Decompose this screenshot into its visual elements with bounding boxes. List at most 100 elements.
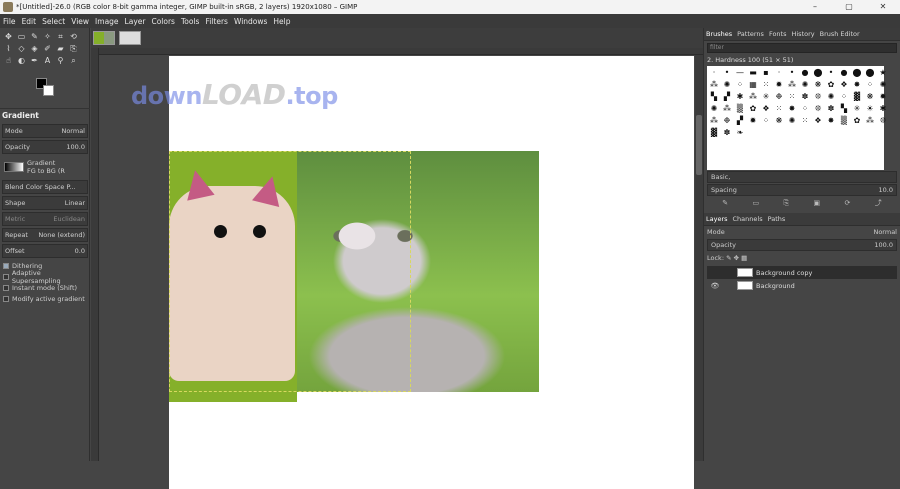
brush-item[interactable]: ▞ — [721, 91, 733, 102]
minimize-button[interactable]: – — [798, 0, 832, 14]
tab-paths[interactable]: Paths — [768, 215, 786, 223]
new-brush-icon[interactable]: ▭ — [752, 199, 759, 207]
unified-transform-icon[interactable]: ⟲ — [68, 32, 79, 42]
fuzzy-select-icon[interactable]: ✧ — [42, 32, 53, 42]
menu-windows[interactable]: Windows — [234, 17, 267, 26]
tab-brushes[interactable]: Brushes — [706, 30, 732, 38]
brush-item[interactable]: ✺ — [786, 115, 798, 126]
brush-item[interactable]: • — [721, 67, 733, 78]
brush-item[interactable]: ⬤ — [812, 67, 824, 78]
brush-item[interactable]: ▒ — [838, 115, 850, 126]
spacing-slider[interactable]: Spacing 10.0 — [707, 184, 897, 196]
brush-item[interactable]: ▒ — [734, 103, 746, 114]
crop-icon[interactable]: ⌗ — [55, 32, 66, 42]
brush-item[interactable]: ▪ — [760, 67, 772, 78]
scrollbar-thumb[interactable] — [696, 115, 702, 175]
brush-item[interactable]: ✽ — [799, 91, 811, 102]
layer-name[interactable]: Background copy — [756, 269, 812, 277]
horizontal-ruler[interactable] — [99, 48, 703, 55]
maximize-button[interactable]: ▢ — [832, 0, 866, 14]
brush-item[interactable]: ⁂ — [747, 91, 759, 102]
fg-bg-colors[interactable] — [36, 78, 56, 98]
brush-item[interactable]: · — [773, 67, 785, 78]
duplicate-brush-icon[interactable]: ⎘ — [783, 199, 789, 208]
eye-icon[interactable]: 👁 — [707, 282, 723, 290]
brush-item[interactable]: ❉ — [721, 115, 733, 126]
brush-item[interactable]: ● — [838, 67, 850, 78]
brush-item[interactable]: ⁘ — [799, 103, 811, 114]
brush-item[interactable]: ❋ — [812, 79, 824, 90]
menu-tools[interactable]: Tools — [181, 17, 199, 26]
brush-item[interactable]: ✹ — [773, 79, 785, 90]
cage-icon[interactable]: ◇ — [16, 44, 27, 54]
lock-pixels-icon[interactable]: ✎ — [726, 254, 731, 262]
brush-item[interactable]: ▦ — [747, 79, 759, 90]
image-tab-thumbnail[interactable] — [93, 31, 115, 45]
gradient-preview[interactable] — [4, 162, 24, 172]
brush-item[interactable]: — — [734, 67, 746, 78]
dodge-icon[interactable]: ◐ — [16, 56, 27, 66]
zoom-tool-icon[interactable]: ⌕ — [68, 56, 79, 66]
repeat-select[interactable]: Repeat None (extend) — [2, 228, 88, 242]
brush-item[interactable]: ⁂ — [708, 115, 720, 126]
brush-item[interactable]: ▓ — [708, 127, 720, 138]
open-brush-icon[interactable]: ⤴ — [875, 198, 882, 208]
brush-item[interactable]: · — [708, 67, 720, 78]
adaptive-supersampling-checkbox[interactable]: Adaptive Supersampling — [0, 269, 90, 285]
lasso-icon[interactable]: ✎ — [29, 32, 40, 42]
shape-select[interactable]: Shape Linear — [2, 196, 88, 210]
modify-active-gradient-checkbox[interactable]: Modify active gradient — [0, 293, 90, 304]
bucket-fill-icon[interactable]: ◈ — [29, 44, 40, 54]
eraser-icon[interactable]: ▰ — [55, 44, 66, 54]
brush-item[interactable]: ❋ — [773, 115, 785, 126]
clone-icon[interactable]: ⎘ — [68, 44, 79, 54]
brush-item[interactable]: ✹ — [877, 91, 889, 102]
brush-item[interactable]: ⬤ — [851, 67, 863, 78]
close-button[interactable]: ✕ — [866, 0, 900, 14]
brush-item[interactable]: ❧ — [734, 127, 746, 138]
brush-item[interactable]: ✺ — [825, 91, 837, 102]
brush-item[interactable]: ⁂ — [721, 103, 733, 114]
brush-item[interactable]: • — [825, 67, 837, 78]
brush-item[interactable]: ❖ — [838, 79, 850, 90]
refresh-brushes-icon[interactable]: ⟳ — [844, 199, 850, 207]
menu-select[interactable]: Select — [42, 17, 65, 26]
menu-filters[interactable]: Filters — [205, 17, 227, 26]
mode-select[interactable]: Mode Normal — [2, 124, 88, 138]
brush-item[interactable]: ✽ — [825, 103, 837, 114]
smudge-icon[interactable]: ☝ — [3, 56, 14, 66]
gradient-picker[interactable]: Gradient FG to BG (R — [2, 156, 88, 178]
brush-preset-select[interactable]: Basic, — [707, 171, 897, 183]
brush-item[interactable]: ▚ — [838, 103, 850, 114]
layer-mode-select[interactable]: Mode Normal — [704, 226, 900, 238]
brush-item[interactable]: ⁙ — [799, 115, 811, 126]
brush-item[interactable]: ✺ — [721, 79, 733, 90]
brush-item[interactable]: ⁙ — [773, 103, 785, 114]
brush-item[interactable]: ✿ — [851, 115, 863, 126]
warp-icon[interactable]: ⌇ — [3, 44, 14, 54]
brush-grid[interactable]: · • — ▬ ▪ · • ● ⬤ • ● ⬤ ⬤ ★ ⁂ ✺ ⁘ ▦ ⁙ ✹ ⁂ ✺ ❋ ✿ ❖ ✸ ⁘ ✺ ▚ ▞ ✱ ⁂ ✳ ❉ ⁙ ✽ ❊ ✺… — [707, 66, 887, 170]
vertical-scrollbar[interactable] — [695, 55, 703, 461]
brush-item[interactable]: ▞ — [734, 115, 746, 126]
instant-mode-checkbox[interactable]: Instant mode (Shift) — [0, 282, 90, 293]
brush-filter-input[interactable]: filter — [707, 43, 897, 53]
brush-item[interactable]: ❉ — [773, 91, 785, 102]
lock-position-icon[interactable]: ✥ — [734, 254, 739, 262]
blend-color-space-select[interactable]: Blend Color Space P... — [2, 180, 88, 194]
brush-item[interactable]: ✿ — [747, 103, 759, 114]
brush-item[interactable]: ✸ — [825, 115, 837, 126]
brush-item[interactable]: ✸ — [786, 103, 798, 114]
brush-item[interactable]: ✱ — [734, 91, 746, 102]
brush-item[interactable]: ❊ — [812, 103, 824, 114]
brush-item[interactable]: ✸ — [851, 79, 863, 90]
paintbrush-icon[interactable]: ✐ — [42, 44, 53, 54]
brush-item[interactable]: ▬ — [747, 67, 759, 78]
brush-item[interactable]: ✹ — [747, 115, 759, 126]
layer-opacity-slider[interactable]: Opacity 100.0 — [707, 239, 897, 251]
brush-item[interactable]: ✳ — [760, 91, 772, 102]
brush-item[interactable]: ❖ — [812, 115, 824, 126]
brush-item[interactable]: ✺ — [708, 103, 720, 114]
text-tool-icon[interactable]: A — [42, 56, 53, 66]
move-tool-icon[interactable]: ✥ — [3, 32, 14, 42]
edit-brush-icon[interactable]: ✎ — [722, 199, 728, 207]
